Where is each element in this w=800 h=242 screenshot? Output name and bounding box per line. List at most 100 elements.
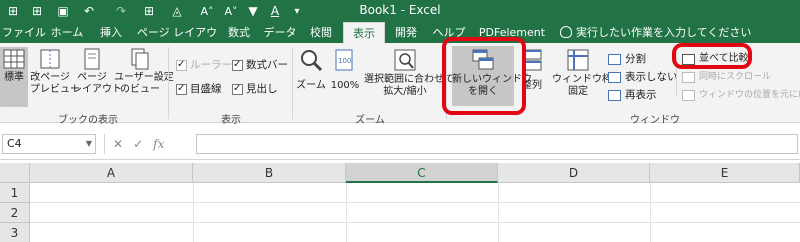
name-box[interactable]: C4 ▼ bbox=[2, 134, 96, 154]
reset-position-icon bbox=[682, 89, 695, 101]
unhide-window-icon bbox=[608, 89, 621, 101]
tab-insert[interactable]: 挿入 bbox=[96, 22, 126, 43]
headings-label: 見出し bbox=[246, 83, 278, 95]
split-label: 分割 bbox=[625, 53, 646, 65]
tab-page-layout[interactable]: ページ レイアウト bbox=[134, 22, 220, 60]
more-icon[interactable]: ▾ bbox=[288, 2, 306, 20]
split-button[interactable]: 分割 bbox=[608, 51, 646, 67]
autosave-icon[interactable]: ⊞ bbox=[28, 2, 46, 20]
grid-icon[interactable]: ⊞ bbox=[4, 2, 22, 20]
zoom-100-button[interactable]: 100 100% bbox=[328, 48, 362, 108]
checkbox-icon bbox=[176, 81, 187, 97]
ruler-label: ルーラー bbox=[190, 59, 232, 71]
custom-views-button[interactable]: ユーザー設定 のビュー bbox=[114, 48, 174, 108]
column-header-e[interactable]: E bbox=[650, 163, 800, 183]
enter-icon[interactable]: ✓ bbox=[133, 137, 143, 151]
grid-line bbox=[30, 222, 800, 223]
page-layout-icon bbox=[84, 48, 100, 70]
freeze-label-2: 固定 bbox=[568, 86, 588, 97]
fill-color-icon[interactable]: ◬ bbox=[168, 2, 186, 20]
column-header-d[interactable]: D bbox=[498, 163, 650, 183]
column-header-a[interactable]: A bbox=[30, 163, 193, 183]
reset-window-position-button[interactable]: ウィンドウの位置を元に戻す bbox=[682, 87, 800, 103]
ruler-checkbox[interactable]: ルーラー bbox=[176, 57, 232, 73]
group-label-book-view: ブックの表示 bbox=[58, 115, 118, 126]
tab-home[interactable]: ホーム bbox=[48, 22, 86, 43]
group-label-window: ウィンドウ bbox=[630, 115, 680, 126]
custom-views-icon bbox=[131, 48, 149, 70]
tab-data[interactable]: データ bbox=[262, 22, 298, 43]
group-label-show: 表示 bbox=[221, 115, 241, 126]
separator bbox=[292, 47, 293, 119]
grid-line bbox=[346, 183, 347, 242]
select-all-corner[interactable] bbox=[0, 163, 30, 183]
zoom-label: ズーム bbox=[296, 80, 326, 91]
row-header-3[interactable]: 3 bbox=[0, 223, 30, 242]
synchronous-scrolling-button[interactable]: 同時にスクロール bbox=[682, 69, 771, 85]
zoom-100-label: 100% bbox=[330, 80, 360, 91]
title-bar: ⊞ ⊞ ▣ ↶ ↷ ⊞ ◬ A˄ A˅ ▼ A ▾ Book1 - Excel bbox=[0, 0, 800, 22]
gridlines-label: 目盛線 bbox=[190, 83, 222, 95]
normal-view-button[interactable]: 標準 bbox=[0, 48, 28, 108]
page-break-preview-button[interactable]: 改ページ プレビュー bbox=[30, 48, 80, 108]
magnifier-icon bbox=[301, 50, 323, 72]
column-header-b[interactable]: B bbox=[193, 163, 346, 183]
zoom-selection-label-1: 選択範囲に合わせて bbox=[364, 74, 454, 85]
cancel-icon[interactable]: ✕ bbox=[113, 137, 123, 151]
page-layout-button[interactable]: ページ レイアウト bbox=[72, 48, 122, 108]
column-header-c[interactable]: C bbox=[346, 163, 498, 183]
tell-me-box[interactable]: 実行したい作業を入力してください bbox=[560, 22, 751, 43]
page-break-label-2: プレビュー bbox=[30, 84, 80, 95]
tab-formulas[interactable]: 数式 bbox=[224, 22, 254, 43]
grid-line bbox=[498, 183, 499, 242]
checkbox-icon bbox=[232, 57, 243, 73]
tab-file[interactable]: ファイル bbox=[2, 22, 46, 43]
gridlines-checkbox[interactable]: 目盛線 bbox=[176, 81, 222, 97]
undo-icon[interactable]: ↶ bbox=[80, 2, 98, 20]
filter-icon[interactable]: ▼ bbox=[244, 2, 262, 20]
font-color-icon[interactable]: A bbox=[266, 2, 284, 20]
custom-views-label-2: のビュー bbox=[120, 84, 160, 95]
checkbox-icon bbox=[176, 57, 187, 73]
tab-view[interactable]: 表示 bbox=[343, 22, 385, 43]
freeze-panes-button[interactable]: ウィンドウ枠の 固定 bbox=[552, 48, 622, 108]
freeze-label-1: ウィンドウ枠の bbox=[552, 74, 622, 85]
hide-button[interactable]: 表示しない bbox=[608, 69, 678, 85]
zoom-to-selection-icon bbox=[394, 49, 416, 71]
group-label-zoom: ズーム bbox=[355, 115, 385, 126]
split-icon bbox=[608, 53, 621, 65]
formula-bar-label: 数式バー bbox=[246, 59, 288, 71]
ribbon-tabs: ファイル ホーム 挿入 ページ レイアウト 数式 データ 校閲 表示 開発 ヘル… bbox=[0, 22, 800, 60]
tab-developer[interactable]: 開発 bbox=[390, 22, 422, 43]
checkbox-icon bbox=[232, 81, 243, 97]
row-header-1[interactable]: 1 bbox=[0, 183, 30, 203]
page-layout-label-1: ページ bbox=[77, 72, 107, 83]
freeze-panes-icon bbox=[567, 49, 589, 71]
formula-bar: C4 ▼ ✕ ✓ fx bbox=[0, 128, 800, 160]
normal-view-icon bbox=[3, 49, 25, 69]
insert-function-icon[interactable]: fx bbox=[153, 137, 164, 151]
highlight-side-by-side bbox=[672, 43, 752, 69]
font-grow-icon[interactable]: A˄ bbox=[198, 2, 216, 20]
grid-line bbox=[650, 183, 651, 242]
redo-icon[interactable]: ↷ bbox=[112, 2, 130, 20]
unhide-button[interactable]: 再表示 bbox=[608, 87, 657, 103]
row-header-2[interactable]: 2 bbox=[0, 203, 30, 223]
unhide-label: 再表示 bbox=[625, 89, 657, 101]
separator bbox=[168, 47, 169, 119]
highlight-new-window bbox=[442, 37, 526, 115]
lightbulb-icon bbox=[560, 26, 572, 38]
zoom-to-selection-button[interactable]: 選択範囲に合わせて 拡大/縮小 bbox=[364, 48, 454, 108]
grid-line bbox=[193, 183, 194, 242]
tab-review[interactable]: 校閲 bbox=[306, 22, 336, 43]
svg-text:100: 100 bbox=[338, 57, 351, 65]
formula-buttons: ✕ ✓ fx bbox=[104, 134, 164, 154]
save-icon[interactable]: ▣ bbox=[54, 2, 72, 20]
formula-bar-checkbox[interactable]: 数式バー bbox=[232, 57, 288, 73]
font-shrink-icon[interactable]: A˅ bbox=[222, 2, 240, 20]
borders-icon[interactable]: ⊞ bbox=[140, 2, 158, 20]
formula-input[interactable] bbox=[196, 134, 798, 154]
hide-window-icon bbox=[608, 71, 621, 83]
zoom-button[interactable]: ズーム bbox=[296, 48, 326, 108]
headings-checkbox[interactable]: 見出し bbox=[232, 81, 278, 97]
